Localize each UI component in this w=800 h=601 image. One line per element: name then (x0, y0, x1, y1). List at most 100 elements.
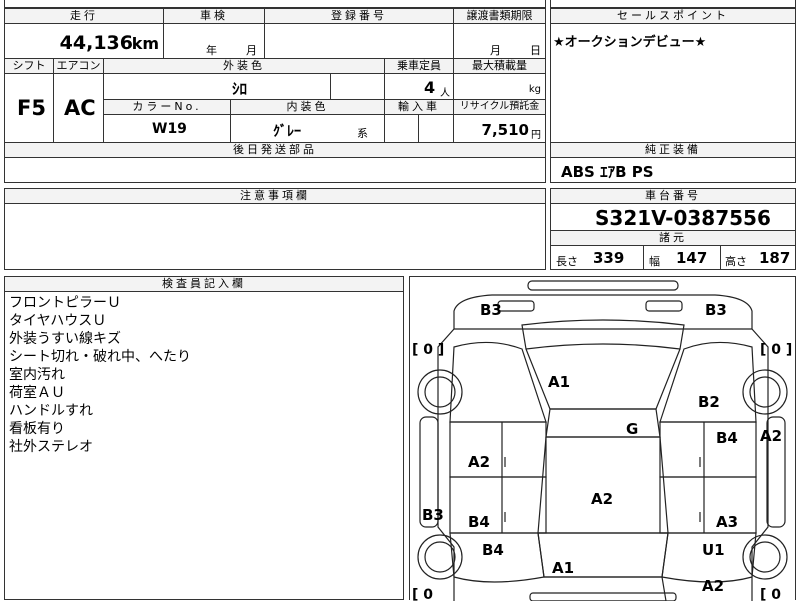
mileage-value: 44,136 (59, 32, 133, 54)
mark-a2-bottom-right: A2 (702, 577, 724, 595)
inspection-month-unit: 月 (246, 44, 257, 57)
shift-value: F5 (17, 96, 46, 120)
capacity-value: 4 (424, 78, 436, 97)
import-header: 輸入車 (384, 99, 454, 115)
interior-color-header: 内装色 (230, 99, 385, 115)
specs-header: 諸元 (550, 230, 796, 246)
sales-point-text: ★オークションデビュー★ (553, 35, 707, 50)
exterior-color-extra (330, 73, 385, 100)
genuine-equipment-cell: ABS ｴｱB PS (550, 157, 796, 183)
top-partial-strip-right (550, 0, 796, 8)
mark-b2-right: B2 (698, 393, 720, 411)
specs-length-label: 長さ (556, 255, 578, 268)
mark-b3-top-right: B3 (705, 301, 727, 319)
mark-b4-left-lower: B4 (468, 513, 490, 531)
exterior-color-value: ｼﾛ (232, 80, 248, 98)
mark-b3-top-left: B3 (480, 301, 502, 319)
specs-height-value: 187 (759, 249, 791, 267)
caution-cell (4, 203, 546, 270)
vehicle-diagram-panel: [ 0 ] [ 0 ] [ 0 [ 0 B3 B3 A1 B2 G B4 A2 … (409, 276, 796, 601)
aircon-cell: AC (53, 73, 104, 143)
note-line: ハンドルすれ (9, 403, 93, 419)
genuine-equipment-header: 純正装備 (550, 142, 796, 158)
genuine-equipment-value: ABS ｴｱB PS (561, 163, 654, 181)
aircon-value: AC (64, 96, 96, 120)
mark-a2-left-door: A2 (468, 453, 490, 471)
mileage-unit: km (131, 34, 159, 53)
max-load-cell: kg (453, 73, 546, 100)
transfer-day-unit: 日 (530, 44, 541, 57)
interior-color-value: ｸﾞﾚｰ (273, 124, 301, 140)
mark-a1-roof: A1 (548, 373, 570, 391)
chassis-header: 車台番号 (550, 188, 796, 204)
inspector-notes-cell: フロントピラーＵ タイヤハウスＵ 外装うすい線キズ シート切れ・破れ中、へたり … (4, 291, 404, 600)
import-cell-a (384, 114, 419, 143)
color-no-value: W19 (152, 121, 187, 137)
sales-point-header: セールスポイント (550, 8, 796, 24)
specs-width-label: 幅 (649, 255, 660, 268)
specs-length-cell: 長さ 339 (550, 245, 644, 270)
inspector-notes-header: 検査員記入欄 (4, 276, 404, 292)
recycle-unit: 円 (531, 130, 541, 141)
max-load-header: 最大積載量 (453, 58, 546, 74)
inspection-cell: 年 月 (163, 23, 265, 59)
specs-height-label: 高さ (725, 255, 747, 268)
capacity-cell: 4 人 (384, 73, 454, 100)
specs-width-cell: 幅 147 (643, 245, 721, 270)
recycle-value: 7,510 (481, 121, 529, 139)
aircon-header: エアコン (53, 58, 104, 74)
specs-height-cell: 高さ 187 (720, 245, 796, 270)
interior-color-cell: ｸﾞﾚｰ 系 (230, 114, 385, 143)
inspection-year-unit: 年 (206, 44, 217, 57)
mark-b4-right-upper: B4 (716, 429, 738, 447)
mark-a1-bottom: A1 (552, 559, 574, 577)
color-no-header: カラーNo. (103, 99, 231, 115)
color-no-cell: W19 (103, 114, 231, 143)
chassis-cell: S321V-0387556 (550, 203, 796, 231)
exterior-color-header: 外装色 (103, 58, 385, 74)
capacity-unit: 人 (440, 88, 450, 99)
exterior-color-cell: ｼﾛ (103, 73, 331, 100)
import-cell-b (418, 114, 454, 143)
transfer-month-unit: 月 (490, 44, 501, 57)
later-parts-cell (4, 157, 546, 183)
registration-cell (264, 23, 454, 59)
mark-b3-left: B3 (422, 506, 444, 524)
mileage-cell: 44,136 km (4, 23, 164, 59)
specs-width-value: 147 (676, 249, 708, 267)
note-line: シート切れ・破れ中、へたり (9, 349, 191, 365)
mark-g-windshield: G (626, 420, 638, 438)
recycle-cell: 7,510 円 (453, 114, 546, 143)
vehicle-diagram: [ 0 ] [ 0 ] [ 0 [ 0 B3 B3 A1 B2 G B4 A2 … (412, 280, 792, 601)
top-partial-strip (4, 0, 546, 8)
mark-a2-center: A2 (591, 490, 613, 508)
mark-a3-right: A3 (716, 513, 738, 531)
shift-header: シフト (4, 58, 54, 74)
note-line: 看板有り (9, 421, 65, 437)
note-line: タイヤハウスＵ (9, 313, 107, 329)
tire-left-rear-label: [ 0 (412, 587, 433, 601)
caution-header: 注意事項欄 (4, 188, 546, 204)
interior-color-suffix: 系 (357, 127, 368, 140)
inspection-header: 車検 (163, 8, 265, 24)
sales-point-cell: ★オークションデビュー★ (550, 23, 796, 143)
transfer-cell: 月 日 (453, 23, 546, 59)
mark-b4-left-bottom: B4 (482, 541, 504, 559)
chassis-value: S321V-0387556 (595, 206, 771, 230)
mileage-header: 走行 (4, 8, 164, 24)
mark-a2-right-edge: A2 (760, 427, 782, 445)
note-line: 外装うすい線キズ (9, 331, 121, 347)
tire-right-rear-label: [ 0 (760, 587, 781, 601)
transfer-header: 譲渡書類期限 (453, 8, 546, 24)
capacity-header: 乗車定員 (384, 58, 454, 74)
note-line: 社外ステレオ (9, 439, 93, 455)
max-load-unit: kg (528, 84, 541, 95)
note-line: 室内汚れ (9, 367, 65, 383)
note-line: フロントピラーＵ (9, 295, 121, 311)
registration-header: 登録番号 (264, 8, 454, 24)
recycle-header: リサイクル預託金 (453, 99, 546, 115)
specs-length-value: 339 (593, 249, 625, 267)
note-line: 荷室ＡＵ (9, 385, 65, 401)
tire-left-front-label: [ 0 ] (412, 342, 444, 358)
later-parts-header: 後日発送部品 (4, 142, 546, 158)
